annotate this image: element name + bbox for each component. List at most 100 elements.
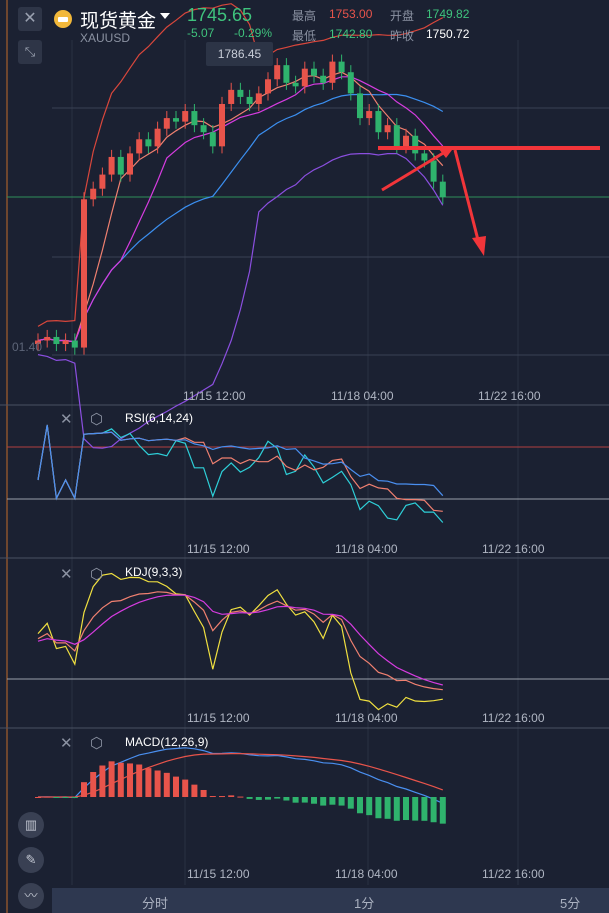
price-axis-label: 01.40 [12,340,43,354]
candle [99,174,106,189]
macd-bar [246,797,253,799]
macd-bar [117,762,124,797]
time-label: 11/18 04:00 [335,867,398,881]
macd-bar [200,789,207,797]
candle [412,135,419,154]
candle [246,96,253,104]
time-label: 11/22 16:00 [478,389,541,403]
arrow-down-head-icon [472,236,486,256]
candle [301,68,308,87]
candle [384,125,391,133]
candle [228,89,235,104]
boll-lower [37,153,444,449]
collapse-icon[interactable]: ⤡ [18,40,42,64]
rsi-label: RSI(6,14,24) [125,411,194,425]
ma5-line [37,71,444,343]
chart-canvas[interactable] [0,0,609,913]
macd-bar [154,770,161,797]
macd-bar [283,797,290,801]
time-label: 11/15 12:00 [187,867,250,881]
header: ✕ ⤡ 现货黄金 XAUUSD 1745.65 -5.07 -0.29% 最高 … [0,0,609,70]
candle [191,111,198,126]
kdj-label: KDJ(9,3,3) [125,565,183,579]
candle [430,160,437,182]
macd-bar [421,797,428,821]
close-icon[interactable]: ✕ [18,7,42,31]
kdj-d [37,594,443,686]
candle [357,93,363,119]
close-indicator-icon[interactable]: ✕ [60,565,73,583]
candle [320,75,327,83]
rsi6 [37,424,444,523]
time-label: 11/22 16:00 [482,867,545,881]
candle [403,135,409,147]
macd-dif [37,747,444,804]
time-label: 11/22 16:00 [482,711,545,725]
low-label: 最低 [292,29,317,43]
time-label: 11/18 04:00 [335,711,398,725]
candle [108,156,115,175]
candle [421,153,428,161]
candle [347,72,354,94]
tab-timeshare[interactable]: 分时 [142,893,168,912]
macd-bar [412,797,419,821]
chevron-down-icon[interactable] [160,13,170,24]
settings-icon[interactable]: ⬡ [90,734,103,752]
candle [71,340,78,348]
macd-bar [311,797,317,804]
close-indicator-icon[interactable]: ✕ [60,410,73,428]
max-price-tooltip: 1786.45 [206,42,273,66]
macd-bar [209,796,216,798]
candle [292,82,299,87]
macd-bar [53,797,60,798]
settings-icon[interactable]: ⬡ [90,565,103,583]
tab-1min[interactable]: 1分 [354,893,374,912]
time-label: 11/22 16:00 [482,542,545,556]
macd-bar [338,797,345,806]
macd-bar [81,782,87,797]
price-change-pct: -0.29% [234,26,273,40]
candle [375,111,382,133]
kdj-k [37,591,443,691]
candle [209,132,216,147]
macd-bar [384,797,391,819]
macd-bar [439,797,446,824]
indicator-icon[interactable]: 〰 [18,883,44,909]
candle [393,125,400,147]
macd-bar [99,765,106,797]
macd-bar [403,797,409,821]
candle [154,128,161,147]
time-label: 11/18 04:00 [331,389,394,403]
macd-bar [108,761,115,797]
settings-icon[interactable]: ⬡ [90,410,103,428]
high-label: 最高 [292,9,317,23]
low-value: 1742.80 [329,27,373,41]
candle [237,89,244,97]
macd-bar [301,797,308,803]
kdj-j [37,572,443,711]
macd-bar [366,797,373,816]
macd-bar [35,797,41,798]
candle [265,79,271,94]
macd-label: MACD(12,26,9) [125,735,209,749]
price-change: -5.07 [187,26,215,40]
candle [200,125,207,133]
candle [136,139,143,154]
candle [53,336,60,345]
candlestick-icon[interactable]: ▥ [18,812,44,838]
pen-icon[interactable]: ✎ [18,847,44,873]
macd-bar [191,784,198,797]
tab-5min[interactable]: 5分 [560,893,580,912]
close-indicator-icon[interactable]: ✕ [60,734,73,752]
macd-bar [393,797,400,821]
macd-bar [228,795,235,797]
prev-close-label: 昨收 [390,29,415,43]
timeframe-tabs: 分时 1分 5分 [52,888,609,913]
last-price: 1745.65 [187,5,253,25]
macd-bar [71,797,78,798]
candle [163,118,170,129]
instrument-name[interactable]: 现货黄金 [80,6,156,33]
time-label: 11/15 12:00 [187,711,250,725]
candle [182,111,189,122]
open-label: 开盘 [390,9,415,23]
